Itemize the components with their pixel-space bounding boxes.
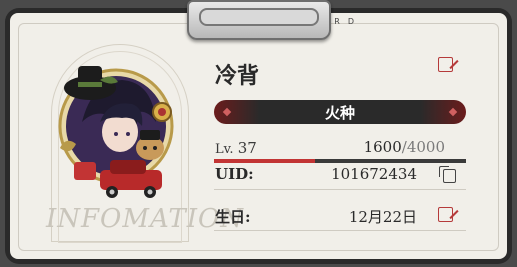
copy-uid-icon[interactable]	[439, 166, 456, 183]
level-display: Lv. 37	[215, 139, 257, 157]
exp-display: 1600/4000	[364, 138, 445, 156]
level-label: Lv.	[215, 142, 234, 157]
avatar	[58, 66, 174, 198]
title-banner: 火种	[214, 100, 466, 124]
title-badge: 火种	[324, 104, 355, 122]
divider	[214, 189, 466, 190]
clip-hole	[199, 8, 319, 26]
exp-max: 4000	[406, 138, 445, 156]
uid-value: 101672434	[331, 165, 417, 183]
birthday-value: 12月22日	[348, 208, 417, 226]
level-value: 37	[237, 139, 257, 157]
exp-progress-fill	[214, 159, 315, 163]
clipboard-clip	[187, 0, 331, 40]
exp-progress-bar	[214, 159, 466, 163]
edit-name-icon[interactable]	[438, 57, 453, 72]
divider	[214, 230, 466, 231]
edit-birthday-icon[interactable]	[438, 207, 453, 222]
player-name: 冷背	[215, 64, 260, 89]
birthday-label: 生日:	[215, 208, 251, 226]
visiting-card: VISITING CARD INFOMATION 冷背 火种	[10, 13, 507, 259]
exp-current: 1600	[363, 138, 402, 156]
uid-label: UID:	[215, 165, 254, 183]
